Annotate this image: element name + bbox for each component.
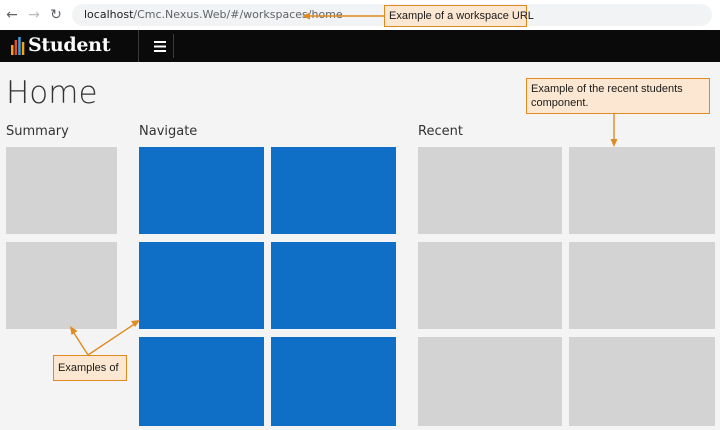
recent-student-tile[interactable] <box>418 337 562 426</box>
summary-tile[interactable] <box>6 242 117 329</box>
recent-annotation-callout: Example of the recent students component… <box>526 78 710 114</box>
navigate-tile[interactable] <box>139 337 264 426</box>
navigate-tile[interactable] <box>271 147 396 234</box>
recent-student-tile[interactable] <box>569 242 715 329</box>
app-logo[interactable]: Student <box>0 30 139 62</box>
hamburger-menu-button[interactable] <box>146 34 174 58</box>
navigate-tile[interactable] <box>271 242 396 329</box>
navigate-tile[interactable] <box>139 242 264 329</box>
browser-toolbar: ← → ↻ localhost/Cmc.Nexus.Web/#/workspac… <box>0 0 720 30</box>
logo-text: Student <box>28 34 111 56</box>
examples-annotation-callout: Examples of <box>53 355 127 381</box>
summary-tile[interactable] <box>6 147 117 234</box>
url-annotation-callout: Example of a workspace URL <box>384 5 534 27</box>
url-path: /Cmc.Nexus.Web/#/workspaces/home <box>133 8 343 21</box>
back-arrow-icon[interactable]: ← <box>4 7 20 23</box>
recent-student-tile[interactable] <box>569 337 715 426</box>
reload-icon[interactable]: ↻ <box>48 7 64 23</box>
recent-student-tile[interactable] <box>569 147 715 234</box>
hamburger-menu-icon <box>153 40 166 52</box>
url-host: localhost <box>84 8 134 21</box>
navigate-tile[interactable] <box>139 147 264 234</box>
recent-student-tile[interactable] <box>418 147 562 234</box>
recent-heading: Recent <box>418 124 463 139</box>
navigate-tile[interactable] <box>271 337 396 426</box>
app-header: Student <box>0 30 720 62</box>
navigate-heading: Navigate <box>139 124 198 139</box>
url-text: localhost/Cmc.Nexus.Web/#/workspaces/hom… <box>84 8 343 21</box>
recent-student-tile[interactable] <box>418 242 562 329</box>
page-title: Home <box>6 75 98 111</box>
summary-heading: Summary <box>6 124 69 139</box>
forward-arrow-icon[interactable]: → <box>26 7 42 23</box>
logo-bars-icon <box>11 37 25 55</box>
